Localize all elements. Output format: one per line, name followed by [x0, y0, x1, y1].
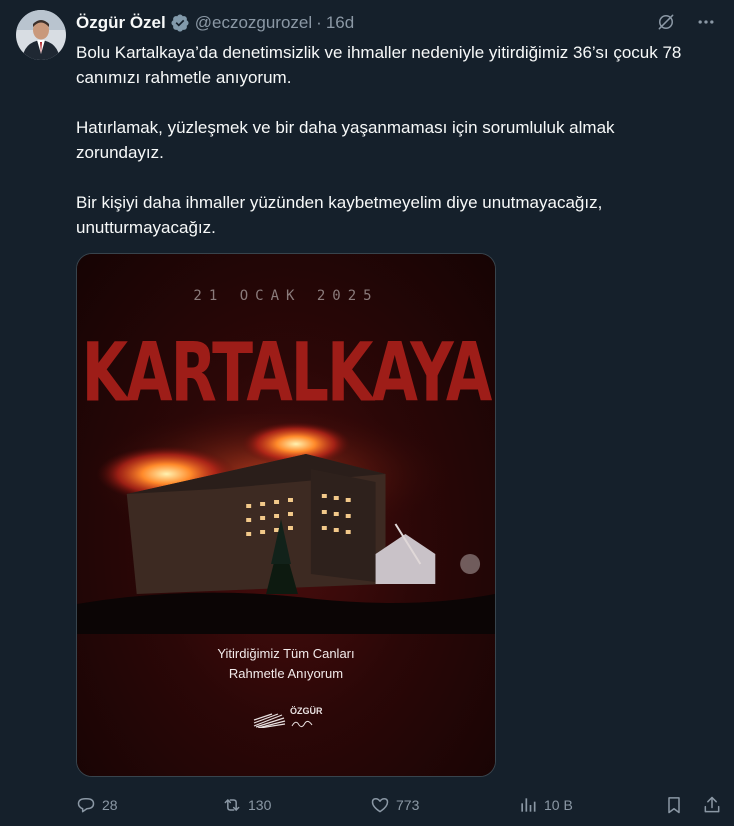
reply-icon: [77, 798, 95, 813]
action-bar: 28 130 773 10 B: [76, 793, 724, 817]
verified-badge-icon: [170, 13, 190, 33]
signature-icon: [291, 720, 313, 728]
like-count: 773: [396, 797, 420, 813]
like-button[interactable]: 773: [370, 793, 419, 817]
reply-button[interactable]: 28: [76, 793, 118, 817]
poster-caption-line-1: Yitirdiğimiz Tüm Canları: [217, 646, 355, 661]
repost-button[interactable]: 130: [222, 793, 271, 817]
separator-dot: ·: [316, 13, 322, 32]
poster-caption-line-2: Rahmetle Anıyorum: [228, 666, 344, 681]
memorial-poster: 21 OCAK 2025 KARTALKAYA Yitirdiğimiz Tüm…: [77, 254, 495, 776]
views-icon: [521, 798, 536, 812]
timestamp[interactable]: 16d: [326, 13, 354, 33]
repost-count: 130: [248, 797, 272, 813]
more-icon[interactable]: [694, 10, 718, 34]
tweet-text: Bolu Kartalkaya’da denetimsizlik ve ihma…: [76, 40, 706, 240]
tweet-paragraph-2: Hatırlamak, yüzleşmek ve bir daha yaşanm…: [76, 118, 615, 162]
repost-icon: [224, 799, 240, 811]
share-icon: [704, 796, 720, 813]
reply-count: 28: [102, 797, 118, 813]
bookmark-icon: [668, 797, 680, 814]
views-count: 10 B: [544, 797, 573, 813]
tweet-paragraph-1: Bolu Kartalkaya’da denetimsizlik ve ihma…: [76, 43, 682, 87]
tweet-image[interactable]: 21 OCAK 2025 KARTALKAYA Yitirdiğimiz Tüm…: [76, 253, 496, 777]
author-name[interactable]: Özgür Özel: [76, 13, 166, 33]
avatar[interactable]: [16, 10, 66, 60]
poster-caption: Yitirdiğimiz Tüm Canları Rahmetle Anıyor…: [77, 644, 495, 684]
tweet-paragraph-3: Bir kişiyi daha ihmaller yüzünden kaybet…: [76, 193, 603, 237]
six-arrows-icon: [253, 713, 286, 728]
views-button[interactable]: 10 B: [518, 793, 573, 817]
burning-hotel-illustration: [77, 414, 495, 634]
share-button[interactable]: [702, 793, 722, 817]
heart-icon: [371, 798, 389, 813]
author-handle[interactable]: @eczozgurozel: [195, 13, 312, 33]
party-logo: ÖZGÜR: [252, 706, 323, 734]
poster-date: 21 OCAK 2025: [193, 288, 379, 304]
poster-title: KARTALKAYA: [81, 326, 493, 421]
grok-icon[interactable]: [654, 10, 678, 34]
tweet-header: Özgür Özel @eczozgurozel · 16d: [76, 11, 718, 35]
tweet[interactable]: Özgür Özel @eczozgurozel · 16d Bolu Kart…: [0, 0, 734, 826]
avatar-photo: [16, 10, 66, 60]
logo-text: ÖZGÜR: [290, 706, 323, 716]
bookmark-button[interactable]: [664, 793, 684, 817]
